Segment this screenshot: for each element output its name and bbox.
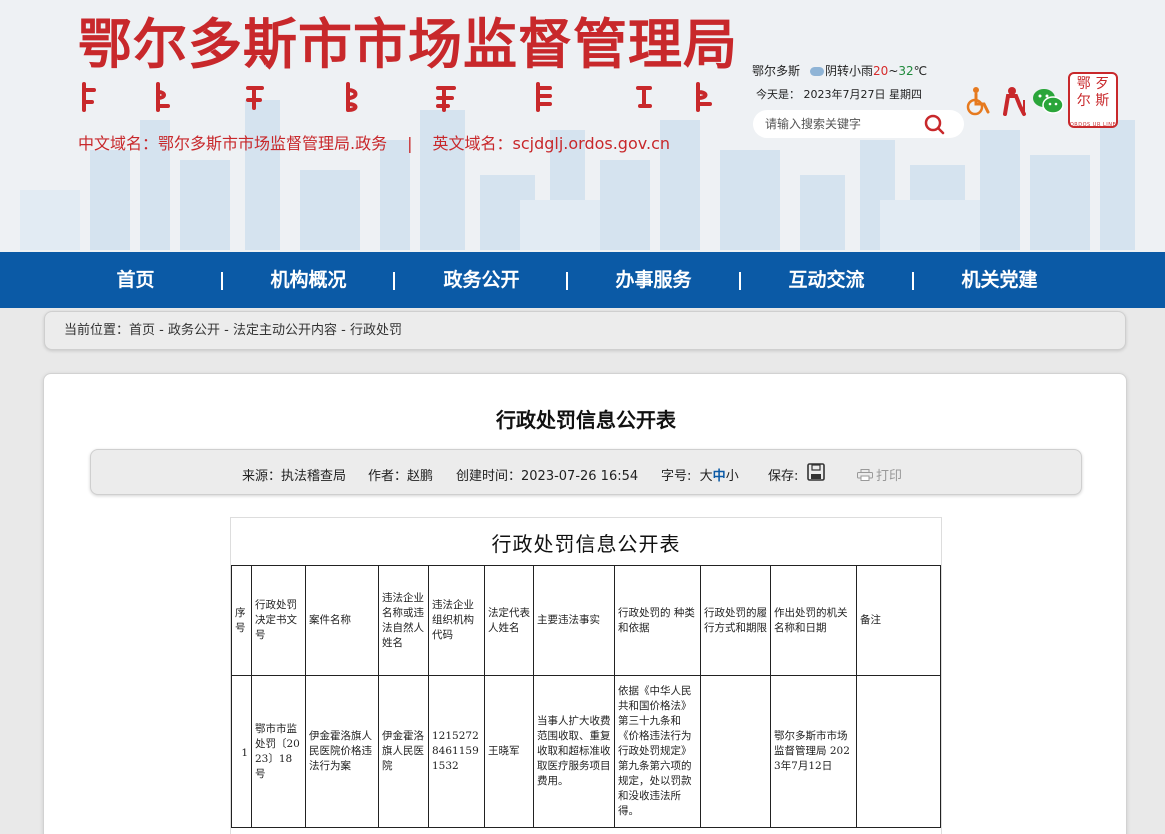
article-source: 来源：执法稽查局 [242,469,347,484]
nav-item-party[interactable]: 机关党建 [913,252,1086,308]
domain-cn: 中文域名：鄂尔多斯市市场监督管理局.政务 [78,134,388,153]
penalty-document: 行政处罚信息公开表 序号 行政处罚决定书文号 案件名称 违法企业名称或违法自然人… [230,517,942,834]
table-cell: 当事人扩大收费范围收取、重复收取和超标准收取医疗服务项目费用。 [533,675,615,828]
article-title: 行政处罚信息公开表 [496,408,676,432]
font-size-controls: 字号: 大中小 [661,465,739,484]
today-date: 今天是： 2023年7月27日 星期四 [756,88,922,101]
table-cell [700,675,771,828]
print-label: 打印 [876,469,903,484]
table-row: 1 鄂市市监处罚〔2023〕18号 伊金霍洛旗人民医院价格违法行为案 伊金霍洛旗… [231,675,941,828]
table-cell: 伊金霍洛旗人民医院价格违法行为案 [305,675,379,828]
weather-low: 20 [873,64,889,78]
domain-en: 英文域名：scjdglj.ordos.gov.cn [432,134,671,153]
table-cell: 鄂尔多斯市市场监督管理局 2023年7月12日 [770,675,857,828]
search-icon[interactable] [915,111,955,137]
article-created-time: 创建时间：2023-07-26 16:54 [456,469,639,484]
main-nav: 首页 机构概况 政务公开 办事服务 互动交流 机关党建 [0,252,1165,308]
table-cell: 121527284611591532 [428,675,485,828]
nav-item-services[interactable]: 办事服务 [567,252,740,308]
weather-high: 32 [898,64,914,78]
table-header-cell: 违法企业组织机构代码 [428,565,485,676]
breadcrumb-sep: - [155,323,168,338]
breadcrumb-sep: - [220,323,233,338]
table-header-cell: 法定代表人姓名 [484,565,534,676]
table-cell [856,675,941,828]
table-header-cell: 主要违法事实 [533,565,615,676]
weather-tilde: ~ [888,64,899,78]
breadcrumb-home[interactable]: 首页 [129,323,155,338]
weather-condition: 阴转小雨 [825,64,874,78]
breadcrumb-statutory[interactable]: 法定主动公开内容 [233,323,337,338]
domain-separator: | [407,134,413,153]
nav-item-about[interactable]: 机构概况 [222,252,395,308]
logo-line-2: 尔 斯 [1076,93,1110,109]
breadcrumb-prefix: 当前位置： [64,323,130,338]
nav-item-gov-affairs[interactable]: 政务公开 [395,252,568,308]
save-icon[interactable] [807,463,825,481]
table-header-cell: 序号 [231,565,252,676]
weather-unit: ℃ [913,64,928,78]
breadcrumb: 当前位置：首页 - 政务公开 - 法定主动公开内容 - 行政处罚 [44,311,1126,350]
table-cell: 伊金霍洛旗人民医院 [378,675,429,828]
print-button[interactable]: 打印 [857,465,902,484]
font-size-label: 字号: [661,469,692,484]
table-cell: 鄂市市监处罚〔2023〕18号 [251,675,306,828]
search-input[interactable] [765,115,915,133]
breadcrumb-sep: - [337,323,350,338]
table-header-cell: 作出处罚的机关名称和日期 [770,565,857,676]
site-title: 鄂尔多斯市市场监督管理局 [78,12,738,76]
table-header-cell: 违法企业名称或违法自然人姓名 [378,565,429,676]
nav-item-home[interactable]: 首页 [49,252,222,308]
table-header-cell: 行政处罚决定书文号 [251,565,306,676]
table-cell: 1 [231,675,252,828]
penalty-table: 序号 行政处罚决定书文号 案件名称 违法企业名称或违法自然人姓名 违法企业组织机… [231,565,941,828]
table-header-cell: 行政处罚的 种类和依据 [614,565,701,676]
document-title: 行政处罚信息公开表 [491,532,681,556]
font-size-small[interactable]: 小 [726,469,739,484]
breadcrumb-penalty[interactable]: 行政处罚 [350,323,402,338]
ordos-logo: 鄂 歹尔 斯 [1068,72,1118,128]
weather-widget: 鄂尔多斯 阴转小雨20~32℃ [752,62,927,79]
table-cell: 依据《中华人民共和国价格法》第三十九条和《价格违法行为行政处罚规定》第九条第六项… [614,675,701,828]
font-size-large[interactable]: 大 [700,469,713,484]
accessibility-icon[interactable] [962,84,996,118]
breadcrumb-gov-affairs[interactable]: 政务公开 [168,323,220,338]
nav-item-interaction[interactable]: 互动交流 [740,252,913,308]
cloud-icon [810,67,825,76]
article-author: 作者：赵鹏 [368,469,434,484]
printer-icon [857,469,873,481]
elderly-mode-icon[interactable] [998,84,1032,118]
search-box [753,110,964,138]
logo-caption: ORDOS UR LINE [1069,122,1117,128]
article-panel: 行政处罚信息公开表 来源：执法稽查局 作者：赵鹏 创建时间：2023-07-26… [43,373,1127,834]
table-header-cell: 行政处罚的履行方式和期限 [700,565,771,676]
site-header: 鄂尔多斯市市场监督管理局 中文域名：鄂尔多斯市市场监督管理局.政务 | 英文域名：s… [0,0,1165,252]
table-cell: 王晓军 [484,675,534,828]
weather-city: 鄂尔多斯 [752,64,801,78]
article-meta-bar: 来源：执法稽查局 作者：赵鹏 创建时间：2023-07-26 16:54 字号:… [90,449,1082,495]
table-header-row: 序号 行政处罚决定书文号 案件名称 违法企业名称或违法自然人姓名 违法企业组织机… [231,565,941,676]
wechat-icon[interactable] [1031,84,1065,118]
font-size-medium[interactable]: 中 [713,469,726,484]
logo-line-1: 鄂 歹 [1076,76,1110,92]
domain-line: 中文域名：鄂尔多斯市市场监督管理局.政务 | 英文域名：scjdglj.ordos.… [78,130,670,154]
mongolian-script-title [82,82,712,112]
save-label: 保存: [768,469,799,484]
table-header-cell: 备注 [856,565,941,676]
table-header-cell: 案件名称 [305,565,379,676]
